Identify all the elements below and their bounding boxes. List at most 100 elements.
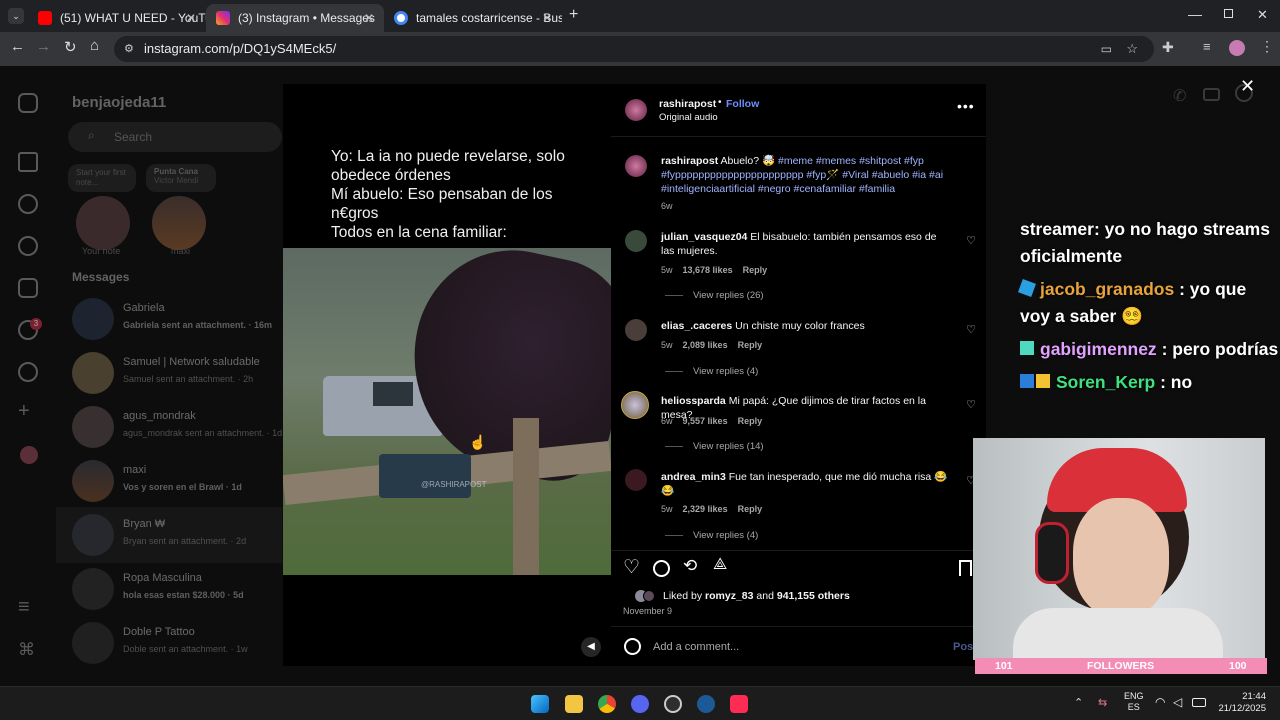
view-replies-button[interactable]: View replies (4): [665, 366, 758, 377]
view-replies-button[interactable]: View replies (14): [665, 441, 764, 452]
tab-google[interactable]: tamales costarricense - Buscar co ✕: [384, 4, 562, 32]
explore-rail-icon[interactable]: [18, 236, 38, 256]
comment-username[interactable]: andrea_min3: [661, 471, 726, 483]
share-icon[interactable]: ⟁: [713, 556, 727, 574]
comment-likes[interactable]: 9,557 likes: [683, 416, 728, 426]
tab-search-chevron-icon[interactable]: ⌄: [8, 8, 24, 24]
system-tray-chevron-icon[interactable]: ⌃: [1074, 696, 1083, 709]
note-avatar-maxi[interactable]: [152, 196, 206, 250]
comment-likes[interactable]: 13,678 likes: [683, 265, 733, 275]
threads-rail-icon[interactable]: ⌘: [18, 640, 35, 660]
comment-username[interactable]: heliossparda: [661, 395, 726, 407]
conversation-row[interactable]: Ropa Masculina hola esas estan $28.000 ·…: [72, 568, 282, 618]
caption-author[interactable]: rashirapost: [661, 155, 718, 167]
url-input[interactable]: ⚙ instagram.com/p/DQ1yS4MEck5/ ▭ ☆: [114, 36, 1154, 62]
commenter-avatar[interactable]: [621, 391, 649, 419]
liked-by-others[interactable]: 941,155 others: [777, 590, 850, 602]
author-username[interactable]: rashirapost: [659, 98, 716, 110]
like-comment-icon[interactable]: ♡: [966, 323, 976, 336]
note-bubble-own[interactable]: Start your first note...: [68, 164, 136, 192]
call-icon[interactable]: ✆: [1173, 86, 1186, 106]
reply-button[interactable]: Reply: [738, 416, 763, 426]
back-icon[interactable]: ←: [10, 38, 25, 55]
commenter-avatar[interactable]: [625, 319, 647, 341]
add-comment-input[interactable]: Add a comment...: [653, 641, 739, 653]
wifi-icon[interactable]: ◠: [1155, 695, 1165, 709]
language-indicator[interactable]: ENG ES: [1124, 691, 1144, 713]
comment-likes[interactable]: 2,089 likes: [683, 340, 728, 350]
like-comment-icon[interactable]: ♡: [966, 398, 976, 411]
comment-username[interactable]: elias_.caceres: [661, 320, 732, 332]
post-media[interactable]: Yo: La ia no puede revelarse, solo obede…: [283, 84, 611, 666]
conversation-row[interactable]: maxi Vos y soren en el Brawl · 1d: [72, 460, 282, 510]
comment-username[interactable]: julian_vasquez04: [661, 231, 747, 243]
commenter-avatar[interactable]: [625, 230, 647, 252]
menu-kebab-icon[interactable]: ⋮: [1260, 38, 1274, 55]
tab-youtube[interactable]: (51) WHAT U NEED - YouTube ✕: [28, 4, 206, 32]
new-tab-button[interactable]: +: [569, 6, 578, 24]
reply-button[interactable]: Reply: [738, 340, 763, 350]
extensions-icon[interactable]: ✚: [1162, 39, 1174, 56]
repost-icon[interactable]: ⟲: [683, 556, 697, 576]
create-rail-icon[interactable]: +: [18, 400, 30, 423]
profile-rail-avatar[interactable]: [20, 446, 38, 464]
steam-icon[interactable]: [697, 695, 715, 713]
close-tab-icon[interactable]: ✕: [364, 11, 374, 25]
media-control-icon[interactable]: ≡: [1203, 39, 1211, 54]
volume-icon[interactable]: ◁: [1173, 695, 1182, 709]
more-menu-icon[interactable]: ≡: [18, 596, 30, 619]
battery-icon[interactable]: [1192, 698, 1206, 707]
close-tab-icon[interactable]: ✕: [186, 11, 196, 25]
maximize-button[interactable]: [1224, 9, 1233, 18]
reload-icon[interactable]: ↻: [64, 38, 77, 56]
network-vpn-icon[interactable]: ⇆: [1098, 696, 1107, 709]
conversation-row[interactable]: Doble P Tattoo Doble sent an attachment.…: [72, 622, 282, 672]
forward-icon[interactable]: →: [36, 38, 51, 55]
view-replies-button[interactable]: View replies (26): [665, 290, 764, 301]
note-avatar-own[interactable]: [76, 196, 130, 250]
like-comment-icon[interactable]: ♡: [966, 234, 976, 247]
conversation-row[interactable]: Samuel | Network saludable Samuel sent a…: [72, 352, 282, 402]
search-input[interactable]: ⌕ Search: [68, 122, 282, 152]
comment-likes[interactable]: 2,329 likes: [683, 504, 728, 514]
reply-button[interactable]: Reply: [738, 504, 763, 514]
profile-avatar[interactable]: [1229, 40, 1245, 56]
video-call-icon[interactable]: [1203, 88, 1220, 101]
minimize-button[interactable]: —: [1188, 6, 1202, 22]
close-modal-button[interactable]: ✕: [1240, 76, 1255, 97]
follow-button[interactable]: Follow: [726, 98, 759, 110]
note-bubble-maxi[interactable]: Punta Cana Victor Mendi: [146, 164, 216, 192]
original-audio-label[interactable]: Original audio: [659, 112, 718, 123]
conversation-row[interactable]: agus_mondrak agus_mondrak sent an attach…: [72, 406, 282, 456]
conversation-row[interactable]: Gabriela Gabriela sent an attachment. · …: [72, 298, 282, 348]
chrome-icon[interactable]: [598, 695, 616, 713]
obs-icon[interactable]: [664, 695, 682, 713]
more-options-icon[interactable]: •••: [957, 98, 975, 114]
like-icon[interactable]: ♡: [623, 556, 640, 579]
author-avatar[interactable]: [625, 99, 647, 121]
reply-button[interactable]: Reply: [743, 265, 768, 275]
mute-audio-icon[interactable]: ◀: [581, 637, 601, 657]
commenter-avatar[interactable]: [625, 469, 647, 491]
search-rail-icon[interactable]: [18, 194, 38, 214]
caption-author-avatar[interactable]: [625, 155, 647, 177]
emoji-icon[interactable]: [624, 638, 641, 655]
reels-rail-icon[interactable]: [18, 278, 38, 298]
view-replies-button[interactable]: View replies (4): [665, 530, 758, 541]
instagram-logo-icon[interactable]: [18, 93, 38, 113]
windows-start-icon[interactable]: [531, 695, 549, 713]
site-info-icon[interactable]: ⚙: [124, 36, 134, 62]
liked-by-user[interactable]: romyz_83: [705, 590, 753, 602]
close-tab-icon[interactable]: ✕: [542, 11, 552, 25]
tiktok-icon[interactable]: [730, 695, 748, 713]
conversation-row[interactable]: Bryan ₩ Bryan sent an attachment. · 2d: [72, 514, 282, 564]
discord-icon[interactable]: [631, 695, 649, 713]
close-window-button[interactable]: ✕: [1257, 7, 1268, 23]
file-explorer-icon[interactable]: [565, 695, 583, 713]
clock[interactable]: 21:44 21/12/2025: [1214, 691, 1266, 715]
bookmark-star-icon[interactable]: ☆: [1126, 36, 1138, 62]
comment-icon[interactable]: [653, 560, 670, 577]
install-icon[interactable]: ▭: [1101, 36, 1112, 62]
home-icon[interactable]: ⌂: [90, 37, 99, 54]
home-rail-icon[interactable]: [18, 152, 38, 172]
